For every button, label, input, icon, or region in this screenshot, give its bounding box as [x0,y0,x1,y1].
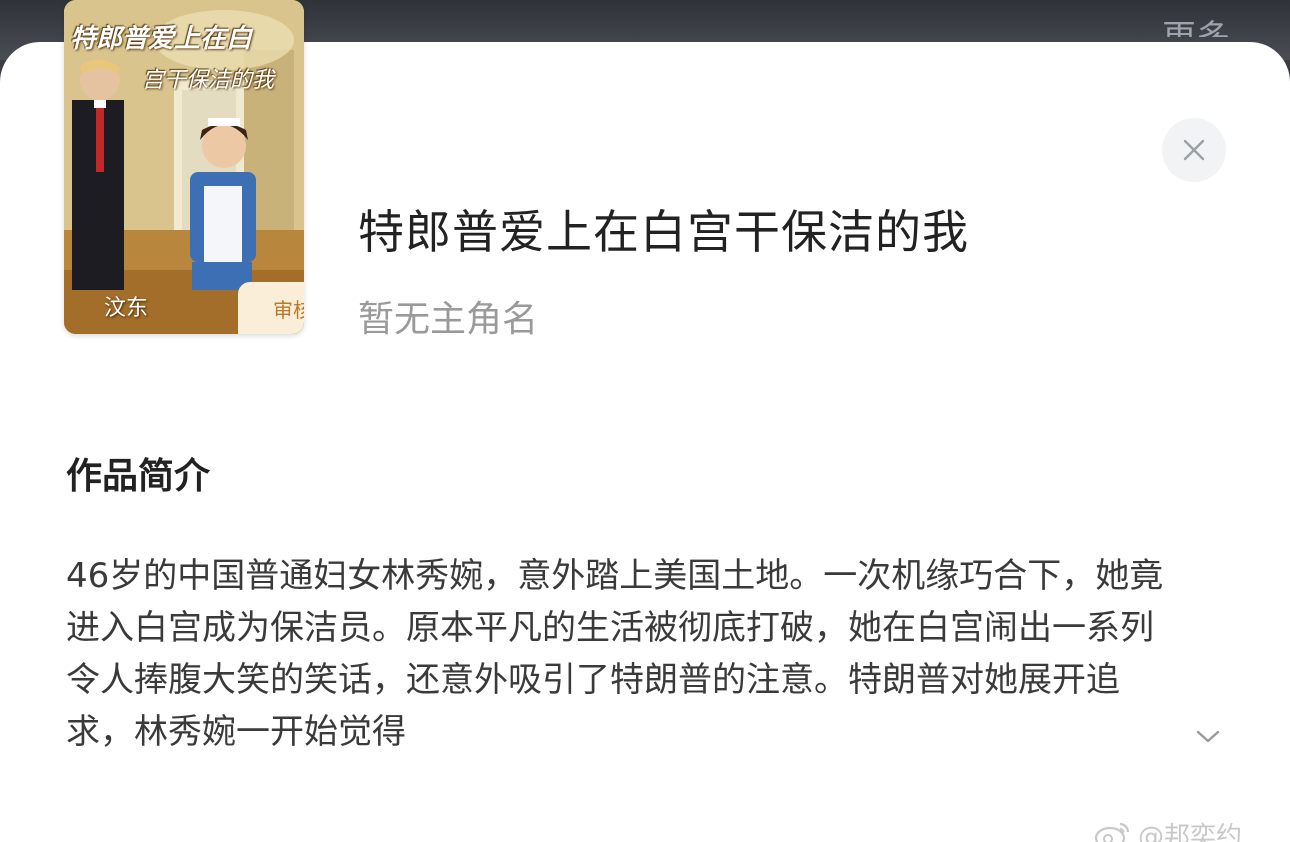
book-title: 特郎普爱上在白宫干保洁的我 [358,196,969,262]
close-icon [1181,137,1207,163]
close-button[interactable] [1162,118,1226,182]
watermark: @邦奕约 [1094,816,1242,842]
expand-synopsis-button[interactable] [1185,714,1231,760]
protagonist-name: 暂无主角名 [358,290,538,342]
cover-title-line1: 特郎普爱上在白 [70,18,252,55]
synopsis-fade [1000,706,1120,758]
review-status-badge: 审核中 [238,282,304,334]
cover-author: 汶东 [104,290,148,322]
chevron-down-icon [1195,729,1221,745]
weibo-icon [1094,820,1132,842]
cover-title-line2: 宫干保洁的我 [142,62,274,94]
book-cover[interactable]: 特郎普爱上在白 宫干保洁的我 汶东 审核中 [64,0,304,334]
watermark-text: @邦奕约 [1138,816,1242,842]
synopsis-heading: 作品简介 [66,447,210,499]
